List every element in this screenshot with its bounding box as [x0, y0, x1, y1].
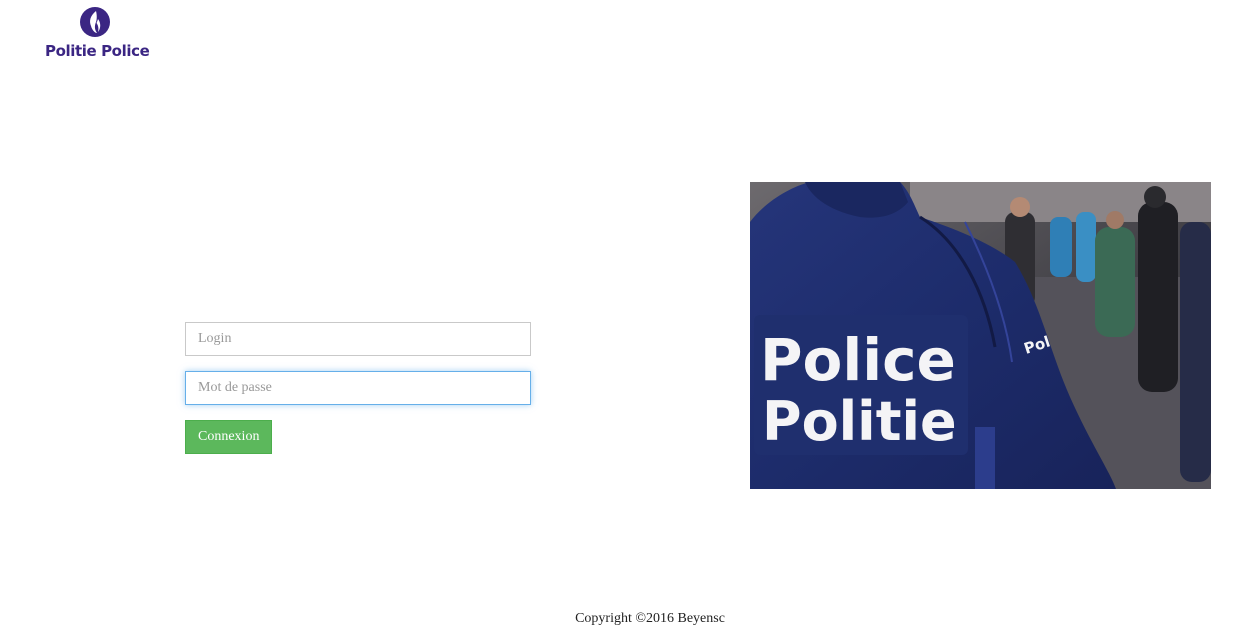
patch-line2: Politie: [762, 390, 957, 453]
flame-icon: [80, 7, 110, 37]
login-form: Connexion: [185, 322, 531, 454]
login-input[interactable]: [185, 322, 531, 356]
patch-line1: Police: [760, 326, 956, 394]
connexion-button[interactable]: Connexion: [185, 420, 273, 454]
police-officer-photo: Police Politie Pol: [750, 182, 1211, 489]
photo-illustration: Police Politie Pol: [750, 182, 1211, 489]
police-logo[interactable]: Politie Police: [44, 6, 150, 62]
password-input[interactable]: [185, 371, 531, 405]
login-page: Politie Police Connexion: [0, 0, 1249, 632]
logo-text: Politie Police: [45, 42, 150, 60]
footer-copyright: Copyright ©2016 Beyensc: [575, 611, 725, 626]
